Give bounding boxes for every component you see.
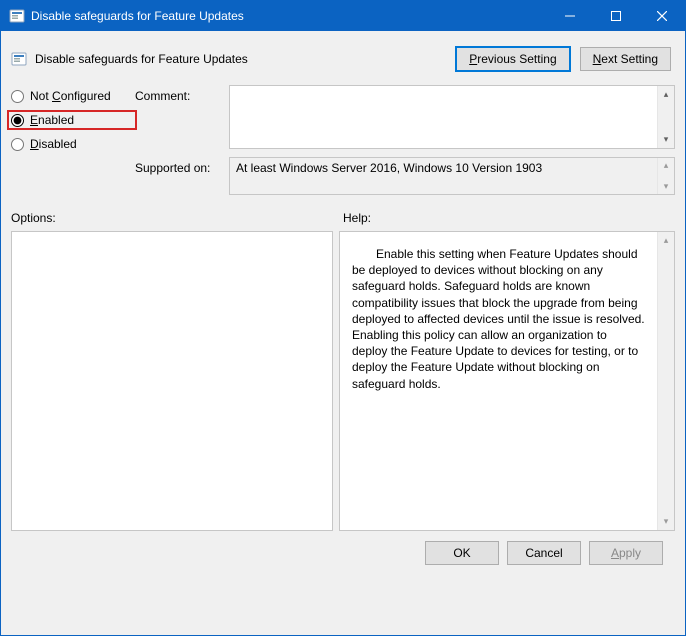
options-pane: [11, 231, 333, 531]
titlebar: Disable safeguards for Feature Updates: [1, 1, 685, 31]
chevron-up-icon: ▴: [664, 158, 669, 173]
chevron-up-icon[interactable]: ▴: [664, 232, 669, 249]
help-pane: Enable this setting when Feature Updates…: [339, 231, 675, 531]
policy-name: Disable safeguards for Feature Updates: [35, 52, 248, 66]
next-setting-button[interactable]: Next Setting: [580, 47, 671, 71]
scrollbar-vertical[interactable]: ▴ ▾: [657, 232, 674, 530]
options-label: Options:: [11, 211, 335, 225]
supported-on-box: At least Windows Server 2016, Windows 10…: [229, 157, 675, 195]
comment-textbox[interactable]: ▴ ▾: [229, 85, 675, 149]
supported-on-value: At least Windows Server 2016, Windows 10…: [230, 158, 657, 194]
comment-label: Comment:: [135, 85, 225, 103]
previous-setting-button[interactable]: Previous Setting: [456, 47, 569, 71]
apply-button[interactable]: Apply: [589, 541, 663, 565]
radio-enabled[interactable]: Enabled: [7, 110, 137, 130]
radio-disabled[interactable]: Disabled: [11, 137, 131, 151]
cancel-button[interactable]: Cancel: [507, 541, 581, 565]
radio-not-configured[interactable]: Not Configured: [11, 89, 131, 103]
chevron-down-icon: ▾: [664, 179, 669, 194]
scrollbar-vertical: ▴ ▾: [657, 158, 674, 194]
close-button[interactable]: [639, 1, 685, 31]
ok-button[interactable]: OK: [425, 541, 499, 565]
chevron-down-icon[interactable]: ▾: [664, 131, 669, 148]
scrollbar-vertical[interactable]: ▴ ▾: [657, 86, 674, 148]
policy-icon: [9, 8, 25, 24]
window-title: Disable safeguards for Feature Updates: [31, 9, 547, 23]
help-label: Help:: [335, 211, 675, 225]
chevron-up-icon[interactable]: ▴: [664, 86, 669, 103]
help-text: Enable this setting when Feature Updates…: [340, 232, 657, 530]
maximize-button[interactable]: [593, 1, 639, 31]
minimize-button[interactable]: [547, 1, 593, 31]
chevron-down-icon[interactable]: ▾: [664, 513, 669, 530]
policy-icon: [11, 51, 27, 67]
state-radio-group: Not Configured Enabled Disabled: [11, 85, 131, 151]
supported-on-label: Supported on:: [135, 157, 225, 175]
